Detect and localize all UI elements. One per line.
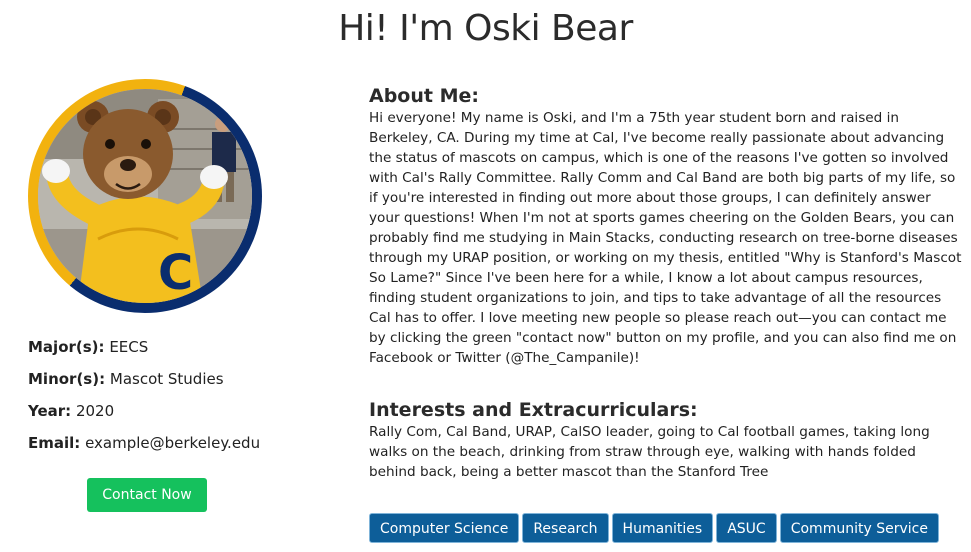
- profile-sidebar: C Major(s): EECS Minor(s): Mascot Studie…: [0, 0, 300, 552]
- tag-research[interactable]: Research: [522, 513, 609, 543]
- avatar: C: [28, 79, 262, 313]
- major-value: EECS: [109, 338, 149, 356]
- tag-asuc[interactable]: ASUC: [716, 513, 777, 543]
- year-value: 2020: [75, 402, 115, 420]
- minor-label: Minor(s):: [28, 370, 106, 388]
- email-row: Email: example@berkeley.edu: [28, 432, 298, 464]
- about-text: Hi everyone! My name is Oski, and I'm a …: [369, 110, 962, 366]
- email-label: Email:: [28, 434, 81, 452]
- svg-text:C: C: [158, 245, 193, 301]
- mascot-photo: C: [38, 89, 252, 303]
- interests-heading: Interests and Extracurriculars:: [369, 399, 698, 421]
- major-label: Major(s):: [28, 338, 105, 356]
- about-heading: About Me:: [369, 85, 479, 107]
- mascot-photo-illustration: C: [38, 89, 252, 303]
- tag-community-service[interactable]: Community Service: [779, 513, 939, 543]
- tag-computer-science[interactable]: Computer Science: [369, 513, 520, 543]
- profile-page: Hi! I'm Oski Bear C Major(s): EECS Minor…: [0, 0, 971, 552]
- email-value: example@berkeley.edu: [85, 434, 261, 452]
- tag-list: Computer Science Research Humanities ASU…: [369, 513, 939, 543]
- interests-text: Rally Com, Cal Band, URAP, CalSO leader,…: [369, 424, 930, 480]
- major-row: Major(s): EECS: [28, 336, 298, 368]
- minor-value: Mascot Studies: [109, 370, 224, 388]
- profile-details: Major(s): EECS Minor(s): Mascot Studies …: [28, 336, 298, 464]
- tag-humanities[interactable]: Humanities: [611, 513, 714, 543]
- year-label: Year:: [28, 402, 72, 420]
- minor-row: Minor(s): Mascot Studies: [28, 368, 298, 400]
- profile-main: About Me: Hi everyone! My name is Oski, …: [369, 84, 965, 482]
- year-row: Year: 2020: [28, 400, 298, 432]
- contact-now-button[interactable]: Contact Now: [87, 478, 207, 512]
